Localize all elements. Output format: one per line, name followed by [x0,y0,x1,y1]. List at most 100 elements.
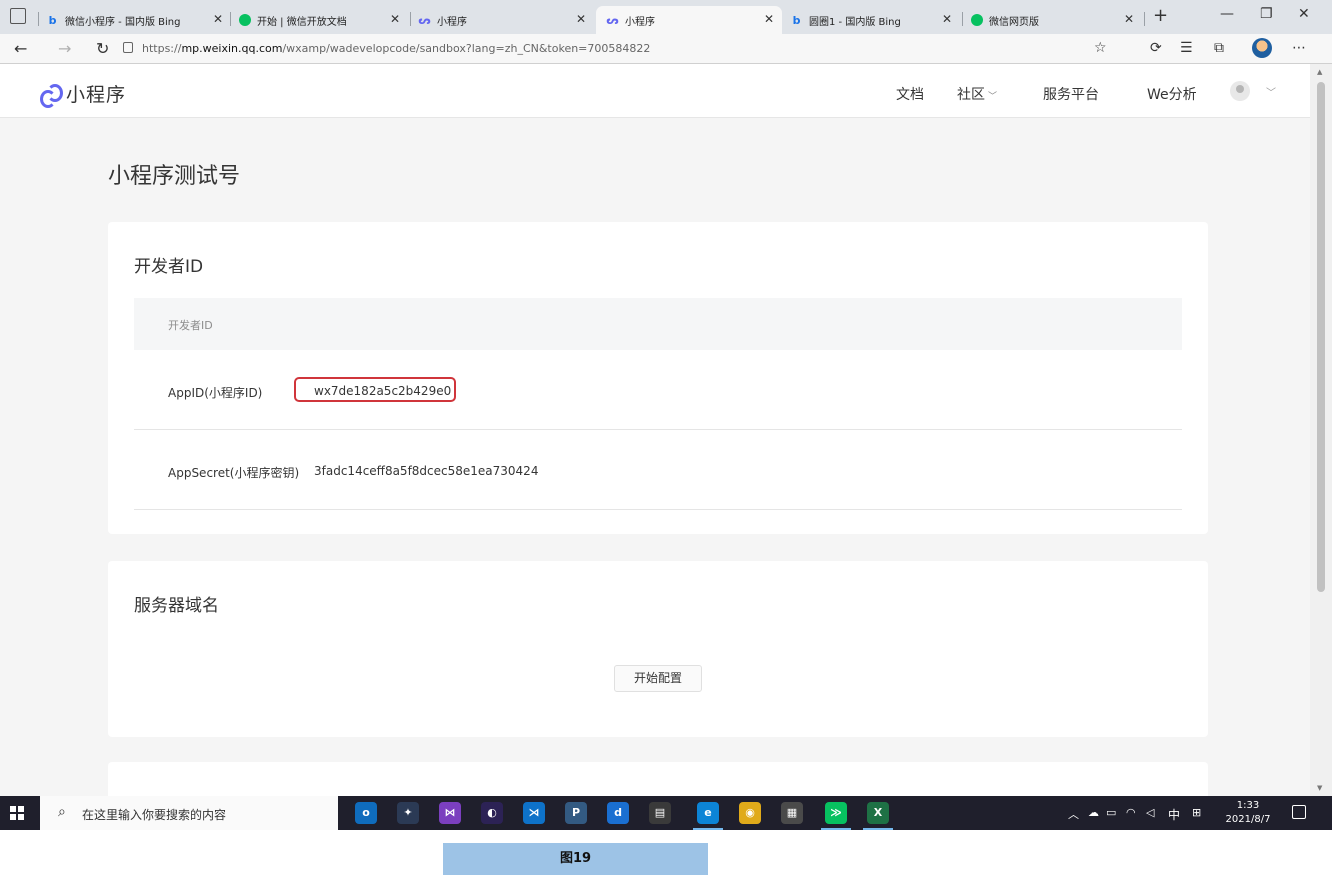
taskbar-search[interactable]: ⌕ 在这里输入你要搜索的内容 [40,796,338,830]
profile-avatar[interactable] [1252,38,1272,58]
new-tab-button[interactable]: + [1153,5,1168,26]
scroll-down-icon[interactable]: ▼ [1317,784,1322,792]
battery-icon[interactable]: ▭ [1106,806,1116,819]
browser-tab[interactable]: ᔕ 小程序 ✕ [418,6,594,34]
start-configure-button[interactable]: 开始配置 [614,665,702,692]
url-path: /wxamp/wadevelopcode/sandbox?lang=zh_CN&… [282,42,651,55]
tab-actions-icon[interactable] [10,8,26,24]
address-bar-row: ← → ↻ https://mp.weixin.qq.com/wxamp/wad… [0,34,1332,64]
tab-title: 小程序 [437,16,467,28]
appsecret-label: AppSecret(小程序密钥) [168,466,300,480]
bing-icon: b [792,13,801,27]
nav-we-analytics[interactable]: We分析 [1147,84,1197,104]
tab-separator [230,12,231,26]
volume-icon[interactable]: ◁ [1146,806,1154,819]
appsecret-value[interactable]: 3fadc14ceff8a5f8dcec58e1ea730424 [314,464,538,478]
caption-area: 图19 [0,830,1332,880]
terminal-icon[interactable]: ▤ [649,802,671,824]
nav-community[interactable]: 社区 ﹀ [957,84,997,104]
calculator-icon[interactable]: ▦ [781,802,803,824]
ime-mode-icon[interactable]: ⊞ [1192,806,1201,819]
tray-chevron-icon[interactable]: ︿ [1068,806,1079,822]
wechat-icon [970,14,983,27]
search-placeholder: 在这里输入你要搜索的内容 [82,808,227,822]
collections-icon[interactable]: ⧉ [1214,40,1224,56]
notification-icon[interactable] [1292,805,1306,819]
nav-community-label: 社区 [957,87,985,103]
extensions-icon[interactable]: ⟳ [1150,40,1162,56]
tool-icon[interactable]: ✦ [397,802,419,824]
eclipse-icon[interactable]: ◐ [481,802,503,824]
close-icon[interactable]: ✕ [942,12,952,26]
favorites-icon[interactable]: ☰ [1180,40,1193,56]
close-window-icon[interactable]: ✕ [1298,6,1310,22]
appid-value[interactable]: wx7de182a5c2b429e0 [314,384,451,398]
logo-text: 小程序 [66,84,127,106]
chevron-down-icon[interactable]: ﹀ [1266,84,1276,99]
site-logo[interactable]: 小程序 [38,80,127,108]
appid-label: AppID(小程序ID) [168,386,263,400]
table-header-label: 开发者ID [168,319,213,332]
card-title: 开发者ID [134,257,204,277]
miniprogram-logo-icon [38,83,63,108]
chrome-icon[interactable]: ◉ [739,802,761,824]
nav-docs[interactable]: 文档 [896,84,924,104]
wifi-icon[interactable]: ◠ [1126,806,1136,819]
visual-studio-icon[interactable]: ⋈ [439,802,461,824]
close-icon[interactable]: ✕ [1124,12,1134,26]
postgresql-icon[interactable]: P [565,802,587,824]
vscode-icon[interactable]: ⋊ [523,802,545,824]
tab-title: 微信网页版 [989,16,1039,28]
tab-separator [1144,12,1145,26]
close-icon[interactable]: ✕ [576,12,586,26]
appid-row: AppID(小程序ID) wx7de182a5c2b429e0 [134,350,1182,430]
nav-service-platform[interactable]: 服务平台 [1043,84,1099,104]
back-icon[interactable]: ← [14,39,27,58]
browser-tab-bar: b 微信小程序 - 国内版 Bing ✕ 开始 | 微信开放文档 ✕ ᔕ 小程序… [0,0,1332,34]
tab-title: 圆圈1 - 国内版 Bing [809,16,901,28]
ime-indicator[interactable]: 中 [1168,806,1180,823]
edge-icon[interactable]: e [693,802,723,830]
onedrive-icon[interactable]: ☁ [1088,806,1099,819]
add-favorite-icon[interactable]: ☆ [1094,40,1107,56]
windows-taskbar: ⌕ 在这里输入你要搜索的内容 o ✦ ⋈ ◐ ⋊ P d ▤ e ◉ ▦ ≫ X… [0,796,1332,830]
scroll-thumb[interactable] [1317,82,1325,592]
excel-icon[interactable]: X [863,802,893,830]
server-domain-card: 服务器域名 开始配置 [108,561,1208,737]
devtool-icon[interactable]: d [607,802,629,824]
lock-icon [123,42,133,53]
scroll-up-icon[interactable]: ▲ [1317,68,1322,76]
browser-tab-active[interactable]: ᔕ 小程序 ✕ [596,6,782,34]
wechat-icon [238,14,251,27]
close-icon[interactable]: ✕ [213,12,223,26]
clock-date: 2021/8/7 [1225,814,1271,825]
close-icon[interactable]: ✕ [764,12,774,26]
more-icon[interactable]: ⋯ [1292,40,1306,56]
refresh-icon[interactable]: ↻ [96,39,109,58]
wechat-devtools-icon[interactable]: ≫ [821,802,851,830]
miniprogram-icon: ᔕ [418,13,431,27]
minimize-icon[interactable]: — [1220,6,1234,22]
browser-tab[interactable]: b 圆圈1 - 国内版 Bing ✕ [790,6,960,34]
tab-title: 微信小程序 - 国内版 Bing [65,16,181,28]
tab-separator [38,12,39,26]
appsecret-row: AppSecret(小程序密钥) 3fadc14ceff8a5f8dcec58e… [134,430,1182,510]
url-host: mp.weixin.qq.com [181,42,283,55]
browser-tab[interactable]: 开始 | 微信开放文档 ✕ [238,6,408,34]
outlook-icon[interactable]: o [355,802,377,824]
scrollbar[interactable]: ▲ ▼ [1310,64,1332,796]
url-prefix: https:// [142,42,182,55]
tab-separator [962,12,963,26]
close-icon[interactable]: ✕ [390,12,400,26]
forward-icon[interactable]: → [58,39,71,58]
user-avatar[interactable] [1230,81,1250,101]
restore-icon[interactable]: ❐ [1260,6,1273,22]
windows-start-icon[interactable] [10,806,24,820]
page-viewport: 小程序 文档 社区 ﹀ 服务平台 We分析 ﹀ 小程序测试号 开发者ID 开发者I… [0,64,1310,796]
address-input[interactable]: https://mp.weixin.qq.com/wxamp/wadevelop… [142,42,650,55]
developer-id-card: 开发者ID 开发者ID AppID(小程序ID) wx7de182a5c2b42… [108,222,1208,534]
taskbar-clock[interactable]: 1:33 2021/8/7 [1222,799,1274,827]
browser-tab[interactable]: b 微信小程序 - 国内版 Bing ✕ [46,6,231,34]
browser-tab[interactable]: 微信网页版 ✕ [970,6,1142,34]
card-title: 服务器域名 [134,596,219,616]
